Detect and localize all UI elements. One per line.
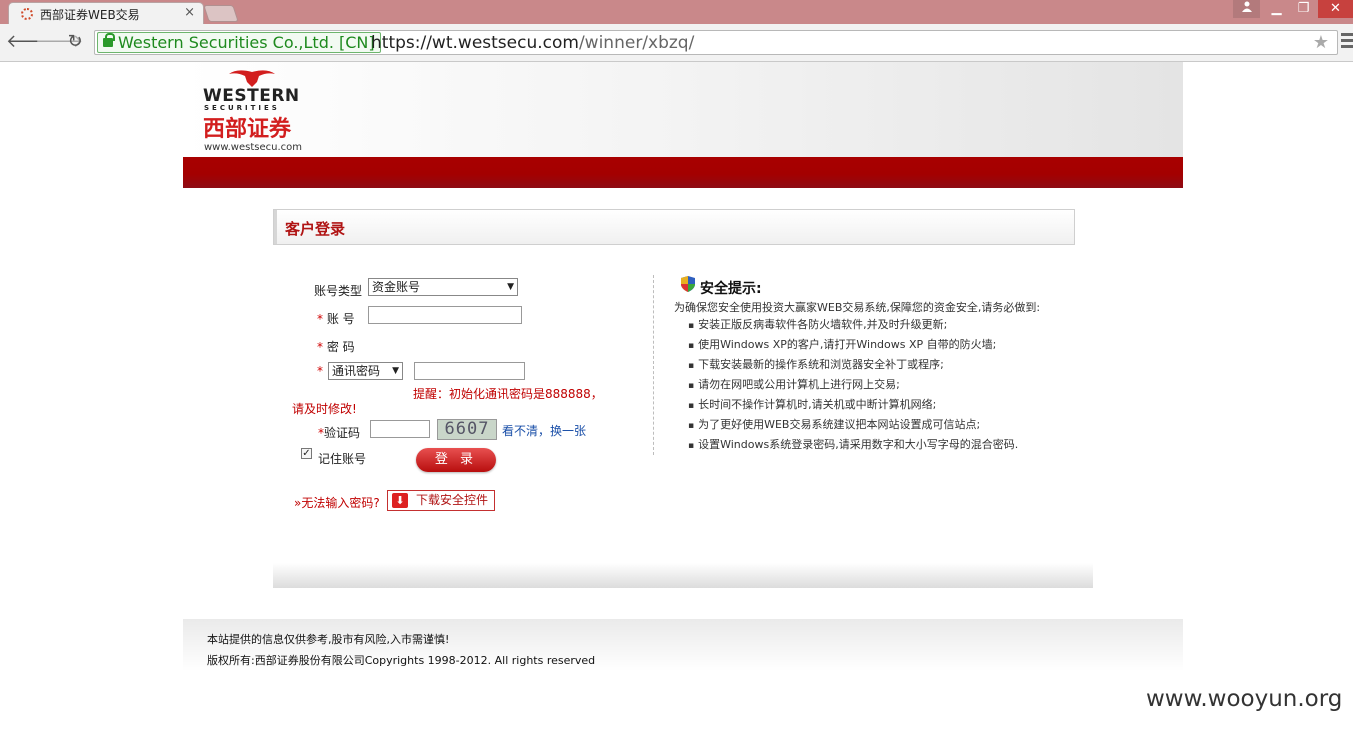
account-type-value: 资金账号 bbox=[372, 280, 421, 294]
url-text[interactable]: https://wt.westsecu.com/winner/xbzq/ bbox=[371, 33, 694, 53]
init-password-hint: 提醒：初始化通讯密码是888888， bbox=[413, 387, 603, 401]
copyright: 版权所有:西部证券股份有限公司Copyrights 1998-2012. All… bbox=[207, 654, 596, 667]
footer: 本站提供的信息仅供参考,股市有风险,入市需谨慎! 版权所有:西部证券股份有限公司… bbox=[183, 619, 1183, 671]
download-icon: ⬇ bbox=[392, 493, 408, 508]
list-item: 使用Windows XP的客户,请打开Windows XP 自带的防火墙; bbox=[688, 336, 1018, 356]
browser-tab[interactable]: 西部证券WEB交易 × bbox=[8, 2, 204, 24]
security-tips-list: 安装正版反病毒软件各防火墙软件,并及时升级更新; 使用Windows XP的客户… bbox=[688, 316, 1018, 456]
password-label: * 密 码 bbox=[317, 340, 355, 354]
vertical-divider bbox=[653, 275, 654, 455]
comm-password-type-select[interactable]: 通讯密码 ▼ bbox=[328, 362, 403, 380]
header-red-bar bbox=[183, 157, 1183, 188]
cannot-input-password-link[interactable]: »无法输入密码? bbox=[294, 494, 380, 511]
login-title-box: 客户登录 bbox=[273, 209, 1075, 245]
bull-horns-icon bbox=[229, 70, 275, 87]
browser-toolbar: 🡐 🡒 ↻ Western Securities Co.,Ltd. [CN] h… bbox=[0, 24, 1353, 62]
shield-icon bbox=[681, 276, 695, 292]
tab-title: 西部证券WEB交易 bbox=[40, 8, 140, 22]
url-path: /winner/xbzq/ bbox=[578, 33, 695, 53]
watermark: www.wooyun.org bbox=[1146, 686, 1343, 712]
list-item: 长时间不操作计算机时,请关机或中断计算机网络; bbox=[688, 396, 1018, 416]
download-security-control-button[interactable]: ⬇ 下载安全控件 bbox=[387, 490, 495, 511]
list-item: 设置Windows系统登录密码,请采用数字和大小写字母的混合密码. bbox=[688, 436, 1018, 456]
address-bar[interactable]: Western Securities Co.,Ltd. [CN] https:/… bbox=[94, 30, 1338, 55]
comm-password-input[interactable] bbox=[414, 362, 525, 380]
content-bottom-band bbox=[273, 563, 1093, 588]
reload-icon[interactable]: ↻ bbox=[64, 31, 86, 53]
list-item: 下载安装最新的操作系统和浏览器安全补丁或程序; bbox=[688, 356, 1018, 376]
security-tips-intro: 为确保您安全使用投资大赢家WEB交易系统,保障您的资金安全,请务必做到: bbox=[674, 301, 1041, 314]
new-tab-button[interactable] bbox=[203, 5, 239, 22]
captcha-input[interactable] bbox=[370, 420, 430, 438]
site-header: WESTERN SECURITIES 西部证券 www.westsecu.com bbox=[183, 62, 1183, 157]
captcha-label: *验证码 bbox=[318, 426, 361, 440]
account-input[interactable] bbox=[368, 306, 522, 324]
lock-icon bbox=[103, 33, 115, 47]
risk-disclaimer: 本站提供的信息仅供参考,股市有风险,入市需谨慎! bbox=[207, 633, 450, 646]
logo[interactable]: WESTERN SECURITIES 西部证券 www.westsecu.com bbox=[203, 66, 313, 154]
ev-certificate-badge[interactable]: Western Securities Co.,Ltd. [CN] bbox=[97, 32, 381, 53]
login-button[interactable]: 登 录 bbox=[416, 448, 496, 472]
init-password-hint-cont: 请及时修改! bbox=[292, 402, 357, 416]
refresh-captcha-link[interactable]: 看不清，换一张 bbox=[502, 422, 586, 439]
list-item: 安装正版反病毒软件各防火墙软件,并及时升级更新; bbox=[688, 316, 1018, 336]
comm-password-required-mark: * bbox=[317, 364, 323, 378]
account-type-select[interactable]: 资金账号 ▼ bbox=[368, 278, 518, 296]
remember-account-label: 记住账号 bbox=[318, 452, 367, 466]
logo-chinese-name: 西部证券 bbox=[203, 117, 292, 142]
login-title: 客户登录 bbox=[285, 220, 346, 238]
user-icon[interactable] bbox=[1233, 0, 1260, 18]
list-item: 为了更好使用WEB交易系统建议把本网站设置成可信站点; bbox=[688, 416, 1018, 436]
tab-close-icon[interactable]: × bbox=[184, 5, 195, 20]
download-label: 下载安全控件 bbox=[416, 493, 489, 507]
forward-arrow-icon[interactable]: 🡒 bbox=[35, 31, 83, 53]
logo-site-url: www.westsecu.com bbox=[204, 142, 302, 153]
captcha-image[interactable]: 6607 bbox=[437, 419, 497, 440]
logo-western: WESTERN bbox=[203, 86, 300, 106]
back-arrow-icon[interactable]: 🡐 bbox=[6, 31, 54, 53]
browser-titlebar: 西部证券WEB交易 × ▁ ❐ ✕ bbox=[0, 0, 1353, 24]
remember-account-checkbox[interactable]: ✓ bbox=[301, 448, 312, 459]
account-label: * 账 号 bbox=[317, 312, 355, 326]
security-tips-title: 安全提示: bbox=[700, 281, 762, 297]
ev-name: Western Securities Co.,Ltd. [CN] bbox=[118, 33, 375, 52]
dropdown-arrow-icon: ▼ bbox=[507, 282, 514, 292]
dropdown-arrow-icon: ▼ bbox=[392, 366, 399, 376]
comm-password-type-value: 通讯密码 bbox=[332, 364, 381, 378]
loading-favicon-icon bbox=[21, 8, 33, 20]
account-type-label: 账号类型 bbox=[314, 284, 363, 298]
url-host: https://wt.westsecu.com bbox=[371, 33, 579, 53]
menu-icon[interactable] bbox=[1341, 33, 1353, 51]
restore-icon[interactable]: ❐ bbox=[1290, 0, 1317, 18]
list-item: 请勿在网吧或公用计算机上进行网上交易; bbox=[688, 376, 1018, 396]
minimize-icon[interactable]: ▁ bbox=[1263, 0, 1290, 18]
star-icon[interactable]: ★ bbox=[1313, 32, 1329, 53]
close-window-icon[interactable]: ✕ bbox=[1318, 0, 1353, 18]
